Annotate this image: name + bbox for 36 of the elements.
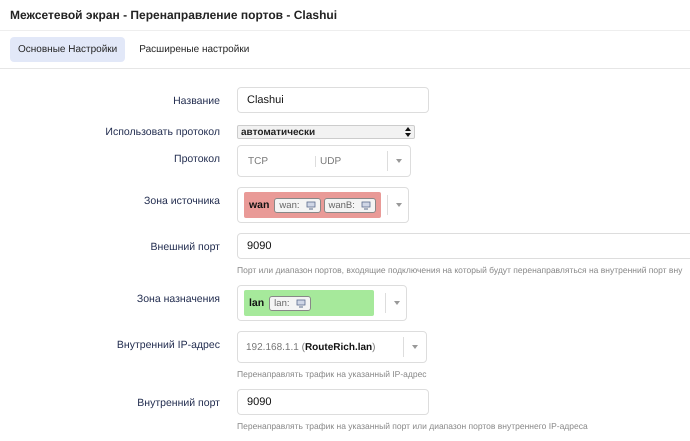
protocol-option: TCP bbox=[246, 156, 315, 166]
dialog-title: Межсетевой экран - Перенаправление портов - Clashui bbox=[0, 0, 690, 31]
zone-dropdown[interactable]: lan lan: bbox=[237, 285, 407, 321]
caret-icon bbox=[412, 345, 418, 349]
updown-icon bbox=[405, 127, 411, 137]
ip-dropdown[interactable]: 192.168.1.1 (RouteRich.lan) bbox=[237, 331, 427, 363]
zone-name: lan bbox=[249, 297, 264, 309]
field-label: Внешний порт bbox=[150, 240, 220, 253]
network-icon bbox=[360, 200, 371, 210]
network-chip: lan: bbox=[269, 296, 310, 310]
field-label: Использовать протокол bbox=[104, 125, 220, 138]
zone-name: wan bbox=[249, 199, 270, 211]
field-label: Зона назначения bbox=[136, 292, 220, 305]
field-label: Зона источника bbox=[143, 194, 220, 207]
field-hint: Перенаправлять трафик на указанный порт или диапазон портов внутреннего IP-адреса bbox=[237, 421, 588, 431]
tab[interactable]: Основные Настройки bbox=[10, 37, 126, 62]
field-hint: Порт или диапазон портов, входящие подключения на который будут перенаправляться на внутренний порт вну bbox=[237, 265, 684, 275]
network-chip: wanB: bbox=[324, 198, 376, 212]
text-field[interactable]: 9090 bbox=[237, 389, 429, 415]
field-label: Протокол bbox=[173, 152, 220, 165]
network-icon bbox=[296, 298, 306, 308]
tab[interactable]: Расширеные настройки bbox=[131, 37, 258, 62]
text-field[interactable]: 9090 bbox=[237, 233, 690, 259]
field-label: Внутренний порт bbox=[136, 396, 220, 409]
text-field[interactable]: Clashui bbox=[237, 87, 429, 113]
protocol-select[interactable]: автоматически bbox=[237, 125, 415, 139]
zone-dropdown[interactable]: wan wan: wanB: bbox=[237, 187, 409, 223]
field-label: Название bbox=[172, 94, 220, 107]
caret-icon bbox=[396, 203, 402, 207]
field-label: Внутренний IP-адрес bbox=[116, 338, 220, 351]
field-hint: Перенаправлять трафик на указанный IP-адрес bbox=[237, 369, 427, 379]
caret-icon bbox=[396, 159, 402, 163]
protocol-dropdown[interactable]: TCP UDP bbox=[237, 145, 411, 177]
caret-icon bbox=[394, 301, 400, 305]
network-chip: wan: bbox=[274, 198, 320, 212]
network-icon bbox=[306, 200, 316, 210]
